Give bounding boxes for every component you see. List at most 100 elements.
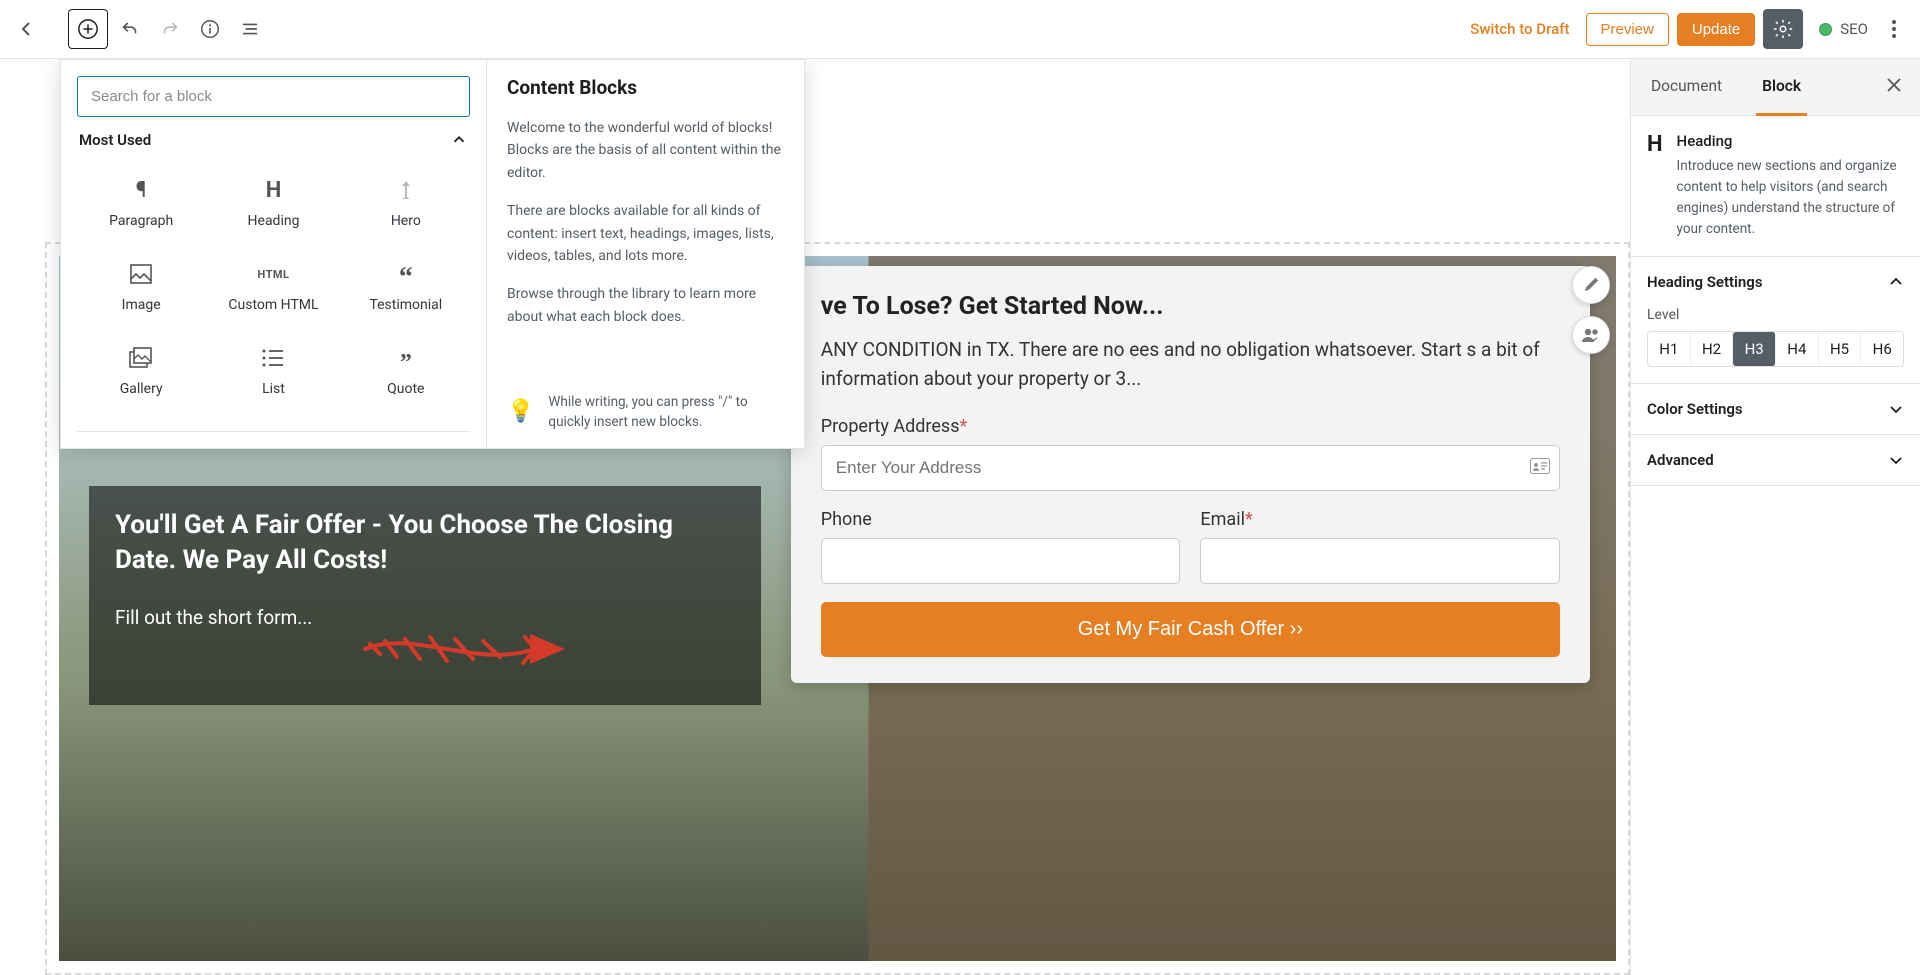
hero-right-column: ve To Lose? Get Started Now... ANY CONDI… (791, 256, 1616, 961)
block-hero[interactable]: Hero (342, 163, 470, 243)
level-h5[interactable]: H5 (1819, 332, 1862, 366)
block-label: Hero (391, 213, 421, 229)
gallery-icon (129, 345, 153, 371)
level-h4[interactable]: H4 (1776, 332, 1819, 366)
color-settings-toggle[interactable]: Color Settings (1631, 384, 1920, 434)
users-float-button[interactable] (1572, 316, 1610, 354)
settings-sidebar: Document Block H Heading Introduce new s… (1630, 59, 1920, 975)
block-custom-html[interactable]: HTML Custom HTML (209, 247, 337, 327)
hero-icon (398, 177, 414, 203)
seo-indicator[interactable]: SEO (1811, 20, 1876, 38)
level-h3[interactable]: H3 (1733, 332, 1776, 366)
quote-icon: ” (400, 345, 412, 371)
block-label: Gallery (120, 381, 163, 397)
block-heading[interactable]: H Heading (209, 163, 337, 243)
settings-button[interactable] (1763, 9, 1803, 49)
seo-status-dot (1819, 23, 1832, 36)
address-label: Property Address* (821, 416, 1560, 437)
phone-input[interactable] (821, 538, 1181, 584)
block-label: Custom HTML (228, 297, 318, 313)
inserter-info-panel: Content Blocks Welcome to the wonderful … (486, 60, 804, 448)
submit-button[interactable]: Get My Fair Cash Offer ›› (821, 602, 1560, 657)
block-search-input[interactable] (77, 76, 470, 117)
undo-button[interactable] (112, 11, 148, 47)
block-image[interactable]: Image (77, 247, 205, 327)
content-blocks-title: Content Blocks (507, 76, 784, 99)
back-button[interactable] (8, 11, 44, 47)
dot-icon (1892, 27, 1896, 31)
level-label: Level (1631, 307, 1920, 331)
tab-document[interactable]: Document (1631, 59, 1742, 115)
update-button[interactable]: Update (1677, 13, 1755, 46)
switch-to-draft-link[interactable]: Switch to Draft (1462, 20, 1577, 38)
block-label: Paragraph (109, 213, 173, 229)
lead-form-card: ve To Lose? Get Started Now... ANY CONDI… (791, 266, 1590, 683)
most-used-toggle[interactable]: Most Used (77, 117, 470, 163)
inserter-tip: 💡 While writing, you can press "/" to qu… (507, 372, 784, 433)
chevron-down-icon (1888, 452, 1904, 468)
advanced-label: Advanced (1647, 451, 1714, 469)
redo-icon (159, 18, 181, 40)
level-h1[interactable]: H1 (1648, 332, 1691, 366)
dot-icon (1892, 34, 1896, 38)
close-icon (1886, 77, 1902, 93)
block-gallery[interactable]: Gallery (77, 331, 205, 411)
editor-canvas: Most Used ¶ Paragraph H Heading (0, 59, 1630, 975)
level-h6[interactable]: H6 (1861, 332, 1903, 366)
add-block-button[interactable] (68, 9, 108, 49)
undo-icon (119, 18, 141, 40)
address-card-icon (1530, 458, 1550, 478)
heading-icon: H (266, 177, 282, 203)
phone-label: Phone (821, 509, 1181, 530)
hero-heading: You'll Get A Fair Offer - You Choose The… (115, 508, 735, 578)
users-icon (1581, 327, 1601, 343)
block-label: Heading (248, 213, 300, 229)
advanced-toggle[interactable]: Advanced (1631, 435, 1920, 485)
heading-settings-label: Heading Settings (1647, 273, 1763, 291)
email-label: Email* (1200, 509, 1560, 530)
block-label: Image (122, 297, 161, 313)
heading-settings-toggle[interactable]: Heading Settings (1631, 257, 1920, 307)
block-testimonial[interactable]: “ Testimonial (342, 247, 470, 327)
blocks-grid: ¶ Paragraph H Heading Hero (77, 163, 470, 432)
hero-text-overlay: You'll Get A Fair Offer - You Choose The… (89, 486, 761, 705)
edit-float-button[interactable] (1572, 266, 1610, 304)
seo-label: SEO (1840, 20, 1868, 38)
heading-block-icon: H (1647, 132, 1663, 240)
main-area: Most Used ¶ Paragraph H Heading (0, 59, 1920, 975)
color-settings-label: Color Settings (1647, 400, 1743, 418)
email-input[interactable] (1200, 538, 1560, 584)
content-blocks-p1: Welcome to the wonderful world of blocks… (507, 117, 784, 184)
list-icon (262, 345, 284, 371)
outline-button[interactable] (232, 11, 268, 47)
chevron-up-icon (450, 131, 468, 149)
block-inserter-popover: Most Used ¶ Paragraph H Heading (60, 59, 805, 449)
block-quote[interactable]: ” Quote (342, 331, 470, 411)
arrow-scribble-icon (355, 619, 575, 679)
block-info-header: H Heading Introduce new sections and org… (1631, 116, 1920, 257)
block-list[interactable]: List (209, 331, 337, 411)
more-menu-button[interactable] (1884, 12, 1904, 46)
toolbar-right: Switch to Draft Preview Update SEO (1462, 9, 1912, 49)
toolbar-left (8, 9, 268, 49)
list-outline-icon (239, 18, 261, 40)
block-label: List (262, 381, 285, 397)
block-name: Heading (1677, 132, 1904, 150)
info-button[interactable] (192, 11, 228, 47)
block-description: Introduce new sections and organize cont… (1677, 156, 1904, 240)
redo-button[interactable] (152, 11, 188, 47)
top-toolbar: Switch to Draft Preview Update SEO (0, 0, 1920, 59)
chevron-left-icon (16, 19, 36, 39)
preview-button[interactable]: Preview (1586, 13, 1669, 46)
form-heading: ve To Lose? Get Started Now... (821, 292, 1560, 321)
content-blocks-p2: There are blocks available for all kinds… (507, 200, 784, 267)
block-paragraph[interactable]: ¶ Paragraph (77, 163, 205, 243)
sidebar-close-button[interactable] (1868, 59, 1920, 115)
pencil-icon (1582, 276, 1600, 294)
dot-icon (1892, 20, 1896, 24)
plus-circle-icon (77, 18, 99, 40)
address-input[interactable] (821, 445, 1560, 491)
form-body-text: ANY CONDITION in TX. There are no ees an… (821, 335, 1560, 394)
tab-block[interactable]: Block (1742, 59, 1821, 115)
level-h2[interactable]: H2 (1691, 332, 1734, 366)
